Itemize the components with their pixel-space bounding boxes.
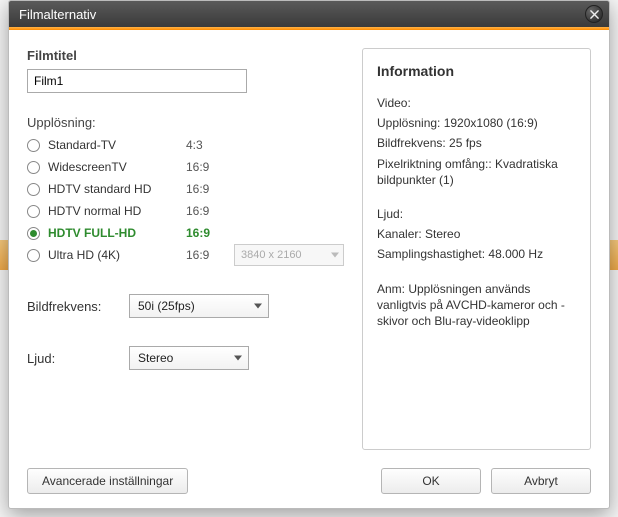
- chevron-down-icon: [254, 304, 262, 309]
- info-note: Anm: Upplösningen används vanligtvis på …: [377, 281, 576, 330]
- resolution-option-label: HDTV normal HD: [48, 204, 178, 218]
- audio-value: Stereo: [138, 351, 173, 365]
- close-icon[interactable]: [585, 5, 603, 23]
- resolution-option-label: HDTV FULL-HD: [48, 226, 178, 240]
- info-heading: Information: [377, 63, 576, 79]
- movie-options-dialog: Filmalternativ Filmtitel Upplösning: Sta…: [8, 0, 610, 509]
- uhd-resolution-value: 3840 x 2160: [241, 249, 302, 261]
- radio-icon[interactable]: [27, 227, 40, 240]
- info-audio-channels: Kanaler: Stereo: [377, 226, 576, 242]
- framerate-value: 50i (25fps): [138, 299, 195, 313]
- resolution-option-aspect: 16:9: [186, 160, 226, 174]
- advanced-settings-button[interactable]: Avancerade inställningar: [27, 468, 188, 494]
- resolution-option-ultra-hd-4k[interactable]: Ultra HD (4K) 16:9 3840 x 2160: [27, 244, 344, 266]
- resolution-option-label: Ultra HD (4K): [48, 248, 178, 262]
- resolution-option-hdtv-full-hd[interactable]: HDTV FULL-HD 16:9: [27, 222, 344, 244]
- ok-button[interactable]: OK: [381, 468, 481, 494]
- radio-icon[interactable]: [27, 205, 40, 218]
- resolution-option-hdtv-standard[interactable]: HDTV standard HD 16:9: [27, 178, 344, 200]
- resolution-option-aspect: 16:9: [186, 226, 226, 240]
- chevron-down-icon: [234, 356, 242, 361]
- info-audio-heading: Ljud:: [377, 206, 576, 222]
- dialog-button-row: Avancerade inställningar OK Avbryt: [9, 458, 609, 508]
- framerate-label: Bildfrekvens:: [27, 299, 119, 314]
- resolution-option-aspect: 16:9: [186, 182, 226, 196]
- resolution-label: Upplösning:: [27, 115, 344, 130]
- resolution-option-label: HDTV standard HD: [48, 182, 178, 196]
- chevron-down-icon: [331, 253, 339, 258]
- info-video-fps: Bildfrekvens: 25 fps: [377, 135, 576, 151]
- button-label: Avancerade inställningar: [42, 474, 173, 488]
- info-audio-rate: Samplingshastighet: 48.000 Hz: [377, 246, 576, 262]
- titlebar: Filmalternativ: [9, 1, 609, 27]
- resolution-option-aspect: 16:9: [186, 248, 226, 262]
- radio-icon[interactable]: [27, 183, 40, 196]
- resolution-option-standard-tv[interactable]: Standard-TV 4:3: [27, 134, 344, 156]
- info-video-resolution: Upplösning: 1920x1080 (16:9): [377, 115, 576, 131]
- radio-icon[interactable]: [27, 139, 40, 152]
- information-panel: Information Video: Upplösning: 1920x1080…: [362, 48, 591, 450]
- resolution-option-aspect: 16:9: [186, 204, 226, 218]
- resolution-option-widescreen-tv[interactable]: WidescreenTV 16:9: [27, 156, 344, 178]
- info-video-par: Pixelriktning omfång:: Kvadratiska bildp…: [377, 156, 576, 188]
- radio-icon[interactable]: [27, 161, 40, 174]
- framerate-select[interactable]: 50i (25fps): [129, 294, 269, 318]
- resolution-option-hdtv-normal[interactable]: HDTV normal HD 16:9: [27, 200, 344, 222]
- resolution-option-aspect: 4:3: [186, 138, 226, 152]
- film-title-input[interactable]: [27, 69, 247, 93]
- resolution-option-label: Standard-TV: [48, 138, 178, 152]
- uhd-resolution-select: 3840 x 2160: [234, 244, 344, 266]
- button-label: OK: [422, 474, 439, 488]
- cancel-button[interactable]: Avbryt: [491, 468, 591, 494]
- resolution-option-label: WidescreenTV: [48, 160, 178, 174]
- audio-label: Ljud:: [27, 351, 119, 366]
- button-label: Avbryt: [524, 474, 558, 488]
- film-title-label: Filmtitel: [27, 48, 344, 63]
- info-video-heading: Video:: [377, 95, 576, 111]
- audio-select[interactable]: Stereo: [129, 346, 249, 370]
- radio-icon[interactable]: [27, 249, 40, 262]
- window-title: Filmalternativ: [19, 7, 585, 22]
